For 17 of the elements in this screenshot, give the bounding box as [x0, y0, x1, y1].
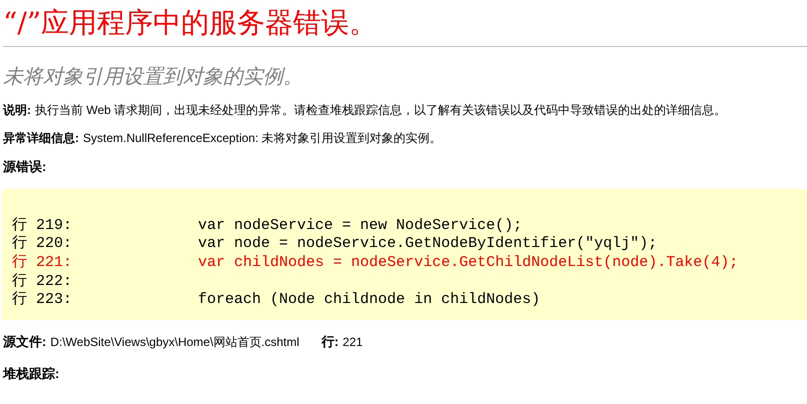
file-path: D:\WebSite\Views\gbyx\Home\网站首页.cshtml — [50, 334, 300, 352]
error-message: 未将对象引用设置到对象的实例。 — [3, 63, 304, 90]
code-line: 行 220: var node = nodeService.GetNodeByIdentifier("yqlj"); — [12, 235, 658, 254]
line-number: 221 — [342, 334, 363, 352]
code-line: 行 219: var nodeService = new NodeService(); — [12, 216, 524, 235]
page-title: “/”应用程序中的服务器错误。 — [3, 5, 378, 40]
file-label: 源文件: — [3, 333, 46, 352]
code-line: 行 221: var childNodes = nodeService.GetChildNodeList(node).Take(4); — [12, 254, 740, 273]
code-line: 行 223: foreach (Node childnode in childNodes) — [12, 291, 542, 310]
detail-label: 说明: — [3, 102, 31, 119]
detail-text: System.NullReferenceException: 未将对象引用设置到对象的实例。 — [83, 130, 442, 147]
section-heading: 堆栈跟踪: — [3, 364, 60, 383]
section-heading: 源错误: — [3, 158, 48, 176]
detail-label: 异常详细信息: — [3, 130, 79, 147]
detail-text: 执行当前 Web 请求期间，出现未经处理的异常。请检查堆栈跟踪信息，以了解有关该错误以及代码中导致错误的出处的详细信息。 — [35, 102, 726, 119]
code-line: 行 222: — [12, 272, 74, 291]
line-label: 行: — [321, 333, 339, 352]
